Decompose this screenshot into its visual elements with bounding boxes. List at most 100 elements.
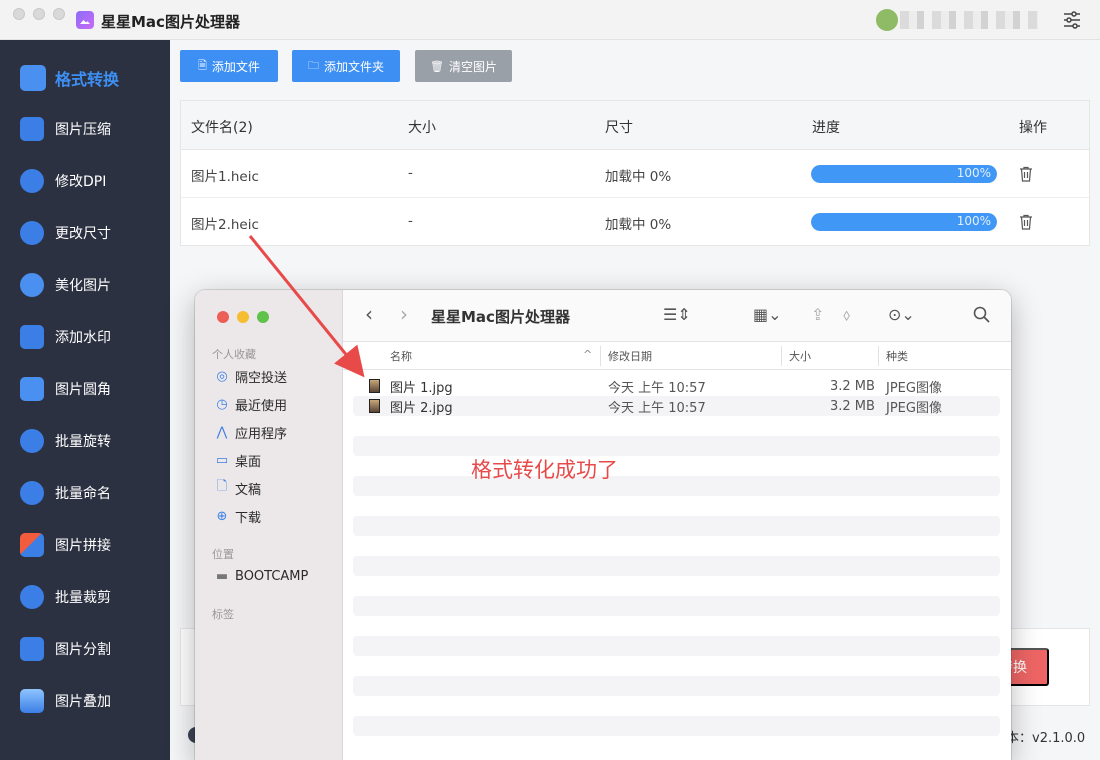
column-header-size[interactable]: 大小 — [408, 117, 436, 137]
list-view-icon[interactable]: ☰⇕ — [663, 305, 691, 324]
column-header-date[interactable]: 修改日期 — [608, 348, 652, 364]
watermark-icon — [20, 325, 44, 349]
add-file-button[interactable]: 🗎 添加文件 — [180, 50, 278, 82]
finder-column-headers: 名称 ^ 修改日期 大小 种类 — [343, 342, 1011, 370]
sidebar-item-label: 图片拼接 — [55, 538, 111, 554]
sidebar-item-rename[interactable]: 批量命名 — [0, 471, 170, 515]
finder-row-stripe — [353, 556, 1000, 576]
finder-row-stripe — [353, 596, 1000, 616]
delete-trash-icon[interactable] — [1019, 214, 1033, 230]
sidebar-item-layers[interactable]: 图片叠加 — [0, 679, 170, 723]
sidebar-item-format-convert[interactable]: 格式转换 — [0, 56, 170, 100]
applications-icon: ⋀ — [216, 424, 228, 440]
resize-icon — [20, 221, 44, 245]
table-header: 文件名(2) 大小 尺寸 进度 操作 — [181, 101, 1089, 150]
sidebar-item-dpi[interactable]: 修改DPI — [0, 159, 170, 203]
file-table: 文件名(2) 大小 尺寸 进度 操作 图片1.heic - 加载中 0% 100… — [180, 100, 1090, 246]
finder-file-date: 今天 上午 10:57 — [608, 380, 706, 396]
window-zoom-button[interactable] — [53, 8, 65, 20]
finder-sidebar-item-applications[interactable]: ⋀ 应用程序 — [215, 422, 287, 442]
finder-minimize-button[interactable] — [237, 311, 249, 323]
airdrop-icon: ◎ — [216, 368, 228, 384]
delete-trash-icon[interactable] — [1019, 166, 1033, 182]
file-size: - — [408, 165, 413, 181]
share-icon[interactable]: ⇪ — [811, 305, 824, 324]
finder-file-row[interactable]: 图片 1.jpg 今天 上午 10:57 3.2 MB JPEG图像 — [353, 376, 1000, 396]
finder-sidebar-item-airdrop[interactable]: ◎ 隔空投送 — [215, 366, 287, 386]
finder-file-kind: JPEG图像 — [886, 400, 942, 416]
finder-row-stripe — [353, 516, 1000, 536]
column-header-name[interactable]: 文件名(2) — [191, 117, 253, 137]
window-minimize-button[interactable] — [33, 8, 45, 20]
sidebar-item-rotate[interactable]: 批量旋转 — [0, 419, 170, 463]
sidebar-item-label: 图片分割 — [55, 642, 111, 658]
more-actions-icon[interactable]: ⊙⌄ — [888, 305, 915, 324]
finder-sidebar-item-desktop[interactable]: ▭ 桌面 — [215, 450, 261, 470]
column-header-progress[interactable]: 进度 — [812, 117, 840, 137]
clock-icon: ◷ — [216, 396, 228, 412]
column-header-size[interactable]: 大小 — [789, 348, 811, 364]
user-avatar[interactable] — [876, 9, 898, 31]
clear-images-button[interactable]: 🗑 清空图片 — [415, 50, 512, 82]
sidebar-item-stitch[interactable]: 图片拼接 — [0, 523, 170, 567]
finder-sidebar-item-bootcamp[interactable]: ▬ BOOTCAMP — [215, 566, 309, 586]
sidebar-item-resize[interactable]: 更改尺寸 — [0, 211, 170, 255]
table-row[interactable]: 图片2.heic - 加载中 0% 100% — [181, 198, 1089, 246]
sidebar-item-label: 更改尺寸 — [55, 226, 111, 242]
finder-sidebar-item-recents[interactable]: ◷ 最近使用 — [215, 394, 287, 414]
grid-view-icon[interactable]: ▦⌄ — [753, 305, 782, 324]
tag-icon[interactable]: ⬨ — [843, 305, 850, 325]
annotation-text: 格式转化成功了 — [471, 458, 618, 482]
finder-row-stripe — [353, 436, 1000, 456]
column-header-dimensions[interactable]: 尺寸 — [605, 117, 633, 137]
forward-chevron-icon[interactable]: › — [400, 302, 408, 326]
file-name: 图片1.heic — [191, 169, 259, 185]
finder-close-button[interactable] — [217, 311, 229, 323]
sidebar-item-split[interactable]: 图片分割 — [0, 627, 170, 671]
sidebar-item-compress[interactable]: 图片压缩 — [0, 107, 170, 151]
search-icon[interactable] — [973, 306, 991, 324]
sidebar-item-crop[interactable]: 批量裁剪 — [0, 575, 170, 619]
finder-sidebar-label: BOOTCAMP — [235, 568, 309, 584]
finder-sidebar-label: 最近使用 — [235, 398, 288, 414]
window-close-button[interactable] — [13, 8, 25, 20]
sidebar-item-watermark[interactable]: 添加水印 — [0, 315, 170, 359]
document-icon: 🗋 — [216, 479, 228, 494]
progress-text: 100% — [956, 166, 991, 180]
sort-ascending-icon: ^ — [583, 348, 593, 361]
finder-sidebar-item-documents[interactable]: 🗋 文稿 — [215, 478, 261, 498]
finder-file-name: 图片 1.jpg — [390, 380, 453, 396]
app-title: 星星Mac图片处理器 — [101, 13, 240, 31]
folder-icon: 🗀 — [307, 59, 319, 72]
finder-sidebar-label: 隔空投送 — [235, 370, 288, 386]
finder-sidebar-label: 文稿 — [235, 482, 262, 498]
sidebar-item-label: 批量旋转 — [55, 434, 111, 450]
layers-icon — [20, 689, 44, 713]
jpeg-thumbnail-icon — [369, 399, 380, 413]
sidebar-item-label: 图片圆角 — [55, 382, 111, 398]
finder-title: 星星Mac图片处理器 — [431, 308, 570, 326]
rotate-icon — [20, 429, 44, 453]
finder-file-row[interactable]: 图片 2.jpg 今天 上午 10:57 3.2 MB JPEG图像 — [353, 396, 1000, 416]
column-header-kind[interactable]: 种类 — [886, 348, 908, 364]
table-row[interactable]: 图片1.heic - 加载中 0% 100% — [181, 150, 1089, 198]
sidebar-item-beautify[interactable]: 美化图片 — [0, 263, 170, 307]
sidebar-item-round-corner[interactable]: 图片圆角 — [0, 367, 170, 411]
file-name: 图片2.heic — [191, 217, 259, 233]
progress-bar: 100% — [811, 213, 997, 231]
app-logo-icon — [76, 11, 94, 29]
back-chevron-icon[interactable]: ‹ — [365, 302, 373, 326]
finder-sidebar-item-downloads[interactable]: ⊕ 下载 — [215, 506, 261, 526]
sidebar-item-label: 批量命名 — [55, 486, 111, 502]
finder-zoom-button[interactable] — [257, 311, 269, 323]
settings-sliders-icon[interactable] — [1062, 10, 1082, 30]
split-icon — [20, 637, 44, 661]
finder-row-stripe — [353, 636, 1000, 656]
finder-sidebar-label: 下载 — [235, 510, 262, 526]
beautify-icon — [20, 273, 44, 297]
progress-text: 100% — [956, 214, 991, 228]
add-folder-button[interactable]: 🗀 添加文件夹 — [292, 50, 400, 82]
finder-row-stripe — [353, 676, 1000, 696]
column-header-name[interactable]: 名称 — [390, 348, 412, 364]
column-divider — [781, 346, 782, 366]
